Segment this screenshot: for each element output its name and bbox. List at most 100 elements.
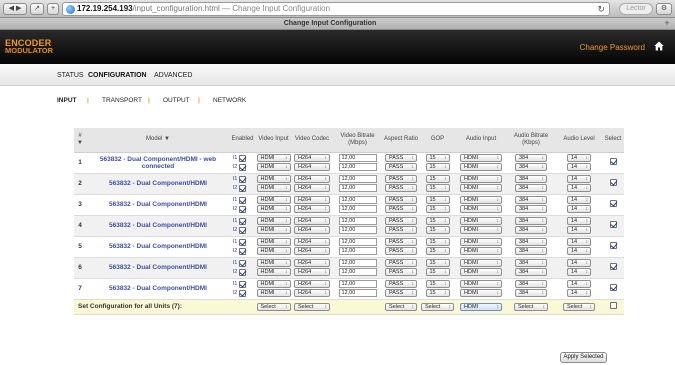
share-button[interactable]: ↗: [30, 3, 44, 15]
video-bitrate-2-input[interactable]: 12,00: [338, 163, 377, 171]
audio-level-1-select[interactable]: 14: [567, 217, 591, 225]
audio-input-1-select[interactable]: HDMI: [460, 154, 502, 162]
video-bitrate-1-input[interactable]: 12,00: [338, 196, 377, 204]
col-header-model[interactable]: Model ▼: [86, 128, 230, 153]
video-input-1-select[interactable]: HDMI: [256, 217, 291, 225]
video-bitrate-1-input[interactable]: 12,00: [338, 175, 377, 183]
audio-bitrate-2-select[interactable]: 384: [515, 163, 547, 171]
audio-bitrate-2-select[interactable]: 384: [515, 184, 547, 192]
audio-bitrate-2-select[interactable]: 384: [515, 205, 547, 213]
gop-1-select[interactable]: 15: [425, 154, 450, 162]
aspect-ratio-1-select[interactable]: PASS: [385, 259, 417, 267]
audio-bitrate-1-select[interactable]: 384: [515, 259, 547, 267]
change-password-link[interactable]: Change Password: [580, 43, 645, 52]
audio-input-2-select[interactable]: HDMI: [460, 205, 502, 213]
input-1-enabled-checkbox[interactable]: [239, 196, 246, 204]
video-bitrate-1-input[interactable]: 12,00: [338, 259, 377, 267]
gop-2-select[interactable]: 15: [425, 226, 450, 234]
row-select-checkbox[interactable]: [609, 263, 617, 270]
input-2-enabled-checkbox[interactable]: [239, 247, 246, 255]
video-codec-1-select[interactable]: H264: [294, 196, 330, 204]
audio-input-1-select[interactable]: HDMI: [460, 238, 502, 246]
video-bitrate-2-input[interactable]: 12,00: [338, 205, 377, 213]
aspect-ratio-1-select[interactable]: PASS: [385, 238, 417, 246]
back-icon[interactable]: ◀: [9, 5, 14, 12]
audio-bitrate-1-select[interactable]: 384: [515, 217, 547, 225]
unit-model-link[interactable]: 563832 - Dual Component/HDMI: [86, 236, 230, 258]
video-input-1-select[interactable]: HDMI: [256, 238, 291, 246]
subnav-network[interactable]: NETWORK: [213, 97, 246, 104]
aspect-ratio-1-select[interactable]: PASS: [385, 154, 417, 162]
bulk-gop-select[interactable]: Select: [421, 302, 454, 311]
reader-button[interactable]: Lector: [619, 3, 653, 15]
video-input-2-select[interactable]: HDMI: [256, 268, 291, 276]
input-1-enabled-checkbox[interactable]: [239, 217, 246, 225]
video-input-1-select[interactable]: HDMI: [256, 196, 291, 204]
audio-input-1-select[interactable]: HDMI: [460, 196, 502, 204]
video-input-2-select[interactable]: HDMI: [256, 163, 291, 171]
video-input-2-select[interactable]: HDMI: [256, 247, 291, 255]
audio-level-1-select[interactable]: 14: [567, 196, 591, 204]
input-2-enabled-checkbox[interactable]: [239, 268, 246, 276]
aspect-ratio-1-select[interactable]: PASS: [385, 196, 417, 204]
video-codec-1-select[interactable]: H264: [294, 154, 330, 162]
subnav-transport[interactable]: TRANSPORT: [102, 97, 142, 104]
home-icon[interactable]: [654, 41, 664, 51]
video-input-2-select[interactable]: HDMI: [256, 184, 291, 192]
audio-bitrate-1-select[interactable]: 384: [515, 238, 547, 246]
input-1-enabled-checkbox[interactable]: [239, 175, 246, 183]
audio-input-2-select[interactable]: HDMI: [460, 247, 502, 255]
bulk-video-input-select[interactable]: Select: [256, 302, 291, 311]
audio-level-2-select[interactable]: 14: [567, 205, 591, 213]
video-input-2-select[interactable]: HDMI: [256, 226, 291, 234]
unit-model-link[interactable]: 563832 - Dual Component/HDMI: [86, 173, 230, 195]
video-bitrate-1-input[interactable]: 12,00: [338, 154, 377, 162]
video-bitrate-2-input[interactable]: 12,00: [338, 247, 377, 255]
audio-bitrate-2-select[interactable]: 384: [515, 289, 547, 297]
video-input-1-select[interactable]: HDMI: [256, 175, 291, 183]
gop-2-select[interactable]: 15: [425, 289, 450, 297]
unit-model-link[interactable]: 563832 - Dual Component/HDMI: [86, 257, 230, 279]
video-codec-2-select[interactable]: H264: [294, 247, 330, 255]
input-1-enabled-checkbox[interactable]: [239, 259, 246, 267]
gop-1-select[interactable]: 15: [425, 217, 450, 225]
video-input-1-select[interactable]: HDMI: [256, 280, 291, 288]
row-select-checkbox[interactable]: [609, 242, 617, 249]
video-bitrate-1-input[interactable]: 12,00: [338, 280, 377, 288]
video-bitrate-2-input[interactable]: 12,00: [338, 289, 377, 297]
row-select-checkbox[interactable]: [609, 158, 617, 165]
gop-2-select[interactable]: 15: [425, 205, 450, 213]
video-bitrate-2-input[interactable]: 12,00: [338, 226, 377, 234]
video-codec-2-select[interactable]: H264: [294, 184, 330, 192]
unit-model-link[interactable]: 563832 - Dual Component/HDMI: [86, 215, 230, 237]
video-codec-1-select[interactable]: H264: [294, 217, 330, 225]
gop-1-select[interactable]: 15: [425, 280, 450, 288]
audio-input-2-select[interactable]: HDMI: [460, 163, 502, 171]
aspect-ratio-1-select[interactable]: PASS: [385, 175, 417, 183]
video-input-2-select[interactable]: HDMI: [256, 205, 291, 213]
address-bar[interactable]: 172.19.254.193/input_configuration.html …: [62, 2, 610, 16]
video-codec-2-select[interactable]: H264: [294, 268, 330, 276]
row-select-checkbox[interactable]: [609, 179, 617, 186]
input-2-enabled-checkbox[interactable]: [239, 184, 246, 192]
input-1-enabled-checkbox[interactable]: [239, 238, 246, 246]
audio-level-1-select[interactable]: 14: [567, 154, 591, 162]
aspect-ratio-2-select[interactable]: PASS: [385, 163, 417, 171]
bulk-select-checkbox[interactable]: [609, 302, 617, 309]
subnav-input[interactable]: INPUT: [57, 97, 77, 104]
audio-level-2-select[interactable]: 14: [567, 163, 591, 171]
audio-input-1-select[interactable]: HDMI: [460, 217, 502, 225]
gop-1-select[interactable]: 15: [425, 259, 450, 267]
aspect-ratio-2-select[interactable]: PASS: [385, 205, 417, 213]
audio-input-2-select[interactable]: HDMI: [460, 226, 502, 234]
video-codec-1-select[interactable]: H264: [294, 280, 330, 288]
audio-level-1-select[interactable]: 14: [567, 280, 591, 288]
video-bitrate-1-input[interactable]: 12,00: [338, 217, 377, 225]
audio-level-1-select[interactable]: 14: [567, 175, 591, 183]
video-codec-2-select[interactable]: H264: [294, 289, 330, 297]
bulk-aspect-ratio-select[interactable]: Select: [385, 302, 417, 311]
new-tab-icon[interactable]: +: [662, 19, 672, 29]
video-input-2-select[interactable]: HDMI: [256, 289, 291, 297]
audio-level-2-select[interactable]: 14: [567, 268, 591, 276]
subnav-output[interactable]: OUTPUT: [163, 97, 190, 104]
